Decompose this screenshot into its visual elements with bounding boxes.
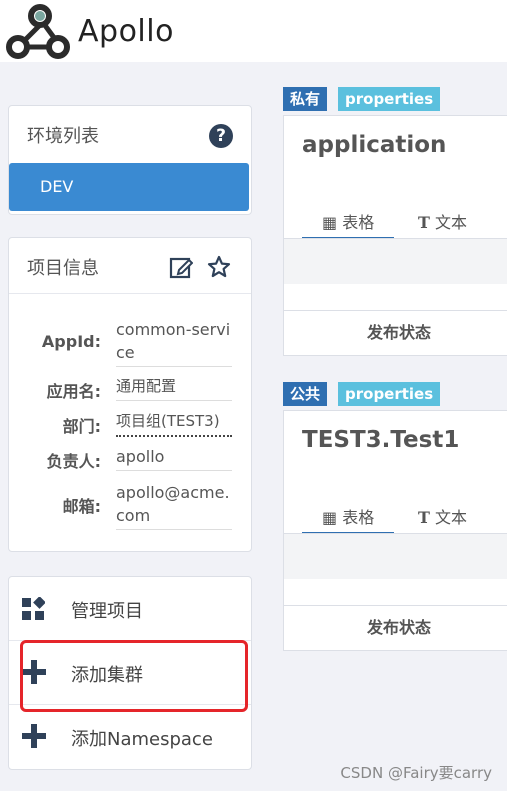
release-status-button[interactable]: 发布状态 [284, 605, 507, 650]
namespace-tabs: ▦ 表格 T 文本 [302, 504, 507, 535]
tab-table[interactable]: ▦ 表格 [302, 504, 394, 535]
namespace-scope-tag: 公共 [283, 382, 328, 406]
tab-text-label: 文本 [435, 508, 468, 527]
namespace-tabs: ▦ 表格 T 文本 [302, 209, 507, 240]
info-label: 邮箱: [62, 497, 101, 516]
highlight-annotation-box [20, 640, 248, 712]
namespace-format-tag: properties [338, 382, 441, 406]
edit-icon[interactable] [169, 255, 193, 279]
table-icon: ▦ [322, 213, 338, 232]
release-status-button[interactable]: 发布状态 [284, 310, 507, 355]
plus-icon [22, 724, 46, 748]
tab-table-label: 表格 [342, 508, 375, 527]
info-value-owner: apollo [116, 445, 232, 471]
add-namespace-label: 添加Namespace [71, 729, 213, 750]
add-namespace-item[interactable]: 添加Namespace [9, 705, 251, 768]
info-label: 负责人: [46, 452, 101, 471]
info-label: 部门: [62, 417, 101, 436]
tab-text-label: 文本 [435, 213, 468, 232]
text-icon: T [418, 213, 430, 232]
manage-grid-icon [22, 597, 45, 620]
env-item-dev[interactable]: DEV [9, 163, 249, 211]
info-value-department: 项目组(TEST3) [116, 410, 232, 437]
info-label: 应用名: [46, 382, 101, 401]
project-info-title: 项目信息 [27, 258, 99, 279]
namespace-card: application ▦ 表格 T 文本 发布状态 [283, 115, 507, 356]
manage-project-item[interactable]: 管理项目 [9, 577, 251, 640]
watermark: CSDN @Fairy要carry [340, 764, 492, 782]
info-value-app-name: 通用配置 [116, 375, 232, 401]
info-value-appid: common-service [116, 318, 232, 367]
env-list-panel: 环境列表 ? DEV [8, 105, 252, 215]
tab-text[interactable]: T 文本 [418, 504, 498, 532]
brand-name[interactable]: Apollo [78, 14, 174, 49]
namespace-card: TEST3.Test1 ▦ 表格 T 文本 发布状态 [283, 410, 507, 651]
tab-text[interactable]: T 文本 [418, 209, 498, 237]
manage-project-label: 管理项目 [71, 601, 143, 622]
namespace-title: application [302, 132, 447, 158]
text-icon: T [418, 508, 430, 527]
namespace-title: TEST3.Test1 [302, 427, 460, 453]
namespace-content-area [284, 238, 507, 284]
project-info-panel: 项目信息 AppId: common-service 应用名: 通用配置 部门:… [8, 237, 252, 552]
tab-table[interactable]: ▦ 表格 [302, 209, 394, 240]
env-list-title: 环境列表 [27, 126, 99, 147]
info-value-email: apollo@acme.com [116, 481, 232, 530]
table-icon: ▦ [322, 508, 338, 527]
star-icon[interactable] [207, 255, 231, 279]
top-bar: Apollo [0, 0, 507, 62]
namespace-scope-tag: 私有 [283, 87, 328, 111]
tab-table-label: 表格 [342, 213, 375, 232]
namespace-format-tag: properties [338, 87, 441, 111]
info-divider [9, 293, 251, 294]
info-label: AppId: [41, 332, 101, 351]
namespace-content-area [284, 533, 507, 579]
help-icon[interactable]: ? [209, 124, 233, 148]
apollo-logo-icon[interactable] [6, 2, 70, 60]
